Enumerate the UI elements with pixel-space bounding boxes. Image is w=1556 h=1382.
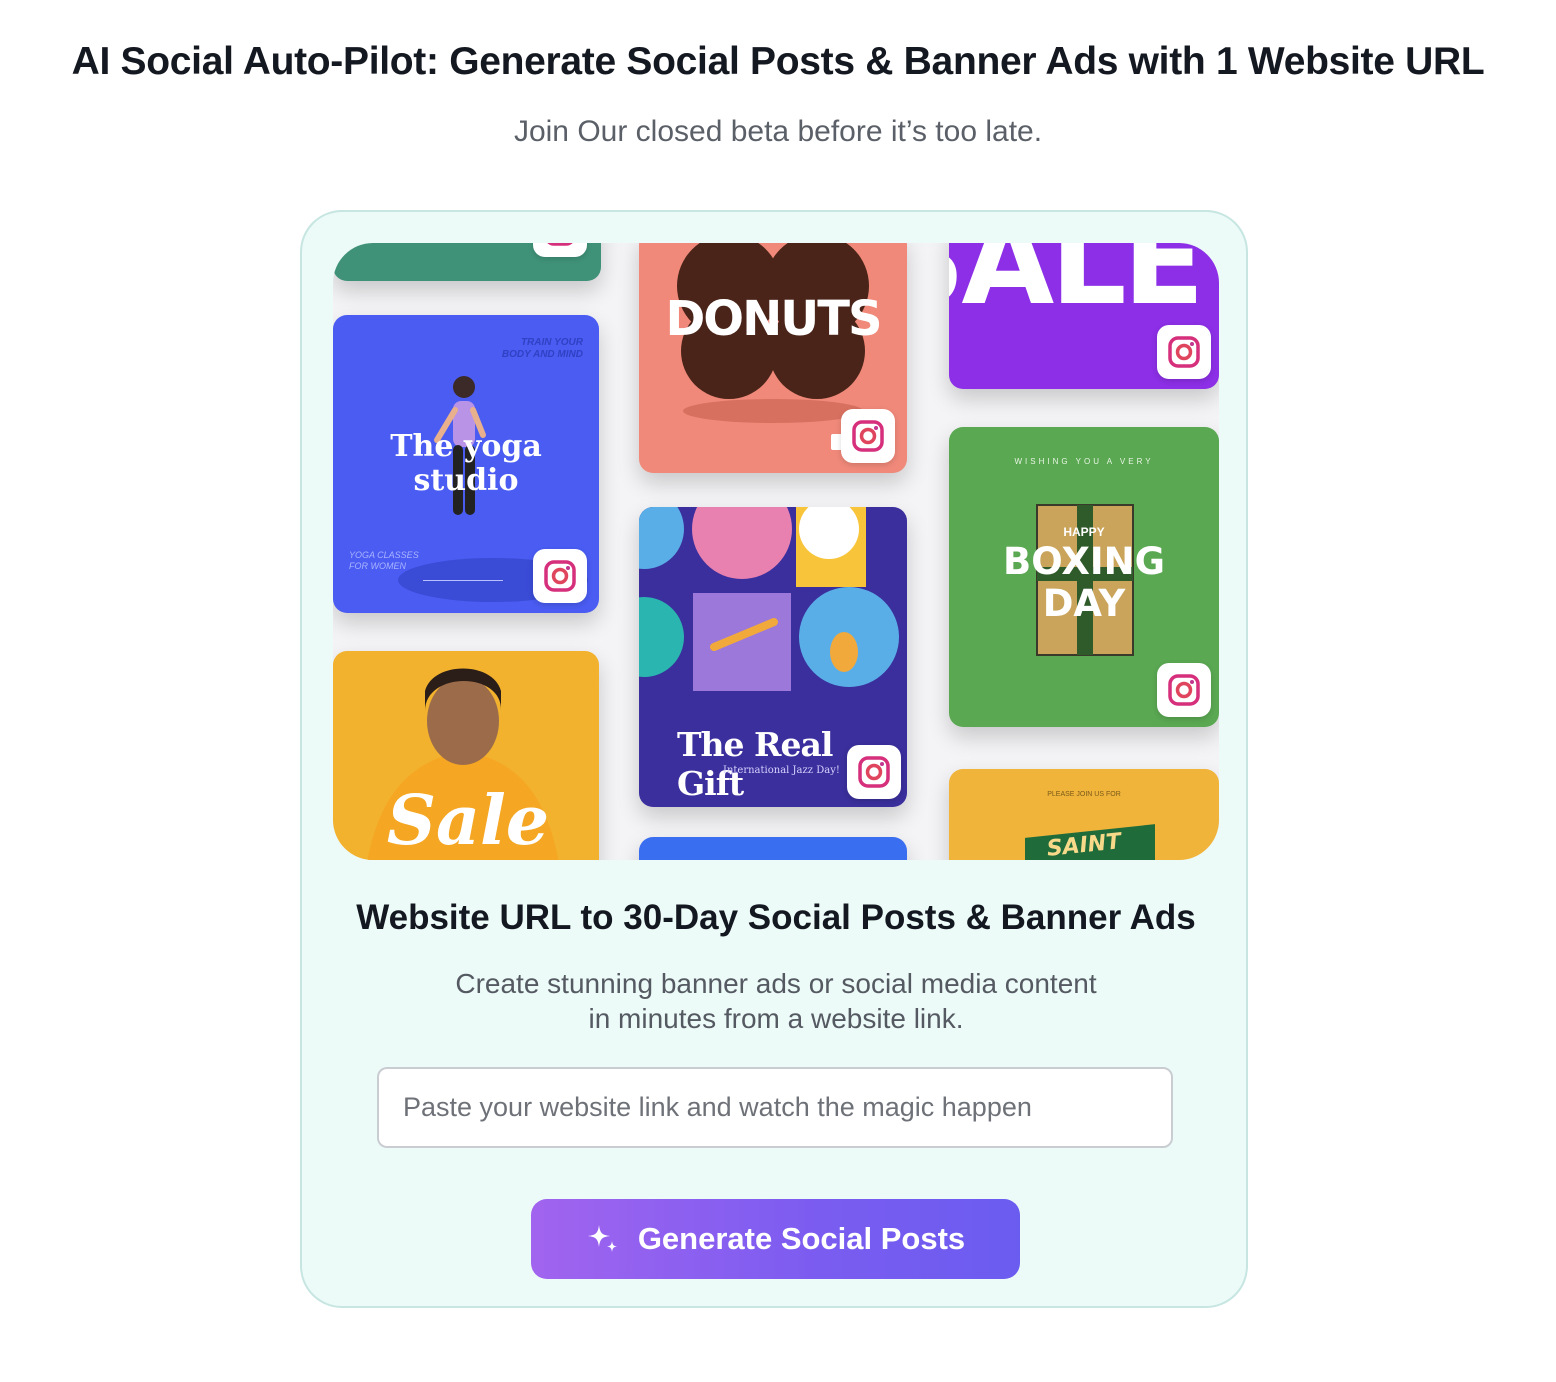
jazz-subtitle: International Jazz Day! — [723, 765, 840, 776]
instagram-icon — [841, 409, 895, 463]
post-jazz: The Real Gift International Jazz Day! — [639, 507, 907, 807]
social-post-mosaic: TRAIN YOUR BODY AND MIND The yoga studio… — [333, 243, 1219, 860]
card-heading: Website URL to 30-Day Social Posts & Ban… — [356, 898, 1196, 937]
sale-purple-title: SALE — [949, 243, 1205, 332]
yoga-title: The yoga studio — [390, 429, 542, 498]
post-sale-yellow: Sale — [333, 651, 599, 860]
signup-card: TRAIN YOUR BODY AND MIND The yoga studio… — [300, 210, 1248, 1308]
instagram-icon — [1157, 325, 1211, 379]
post-saint: PLEASE JOIN US FOR SAINT — [949, 769, 1219, 860]
donuts-title: DONUTS — [665, 291, 882, 347]
boxing-title: BOXING DAY — [1003, 540, 1165, 625]
generate-button-label: Generate Social Posts — [637, 1221, 966, 1256]
sparkles-icon — [587, 1225, 617, 1252]
yoga-footer-text: YOGA CLASSES FOR WOMEN — [349, 550, 419, 571]
post-donuts: DONUTS ORD — [639, 243, 907, 473]
saint-title: SAINT — [1045, 829, 1123, 860]
jazz-title: The Real Gift — [677, 725, 833, 803]
page-title: AI Social Auto-Pilot: Generate Social Po… — [71, 40, 1485, 83]
instagram-icon — [533, 243, 587, 257]
sale-yellow-title: Sale — [386, 781, 550, 860]
website-url-input[interactable] — [377, 1067, 1173, 1148]
post-yoga: TRAIN YOUR BODY AND MIND The yoga studio… — [333, 315, 599, 613]
yoga-divider — [423, 580, 503, 581]
generate-social-posts-button[interactable]: Generate Social Posts — [531, 1199, 1020, 1279]
post-teal-top — [333, 243, 601, 281]
boxing-happy: HAPPY — [1063, 525, 1105, 539]
page-subtitle: Join Our closed beta before it’s too lat… — [513, 115, 1043, 148]
instagram-icon — [1157, 663, 1211, 717]
instagram-icon — [847, 745, 901, 799]
post-sale-purple: SALE — [949, 243, 1219, 389]
post-boxing-day: WISHING YOU A VERY HAPPY BOXING DAY — [949, 427, 1219, 727]
saint-top-text: PLEASE JOIN US FOR — [1047, 791, 1121, 798]
card-description: Create stunning banner ads or social med… — [455, 968, 1097, 1034]
post-blue-bottom — [639, 837, 907, 860]
instagram-icon — [533, 549, 587, 603]
